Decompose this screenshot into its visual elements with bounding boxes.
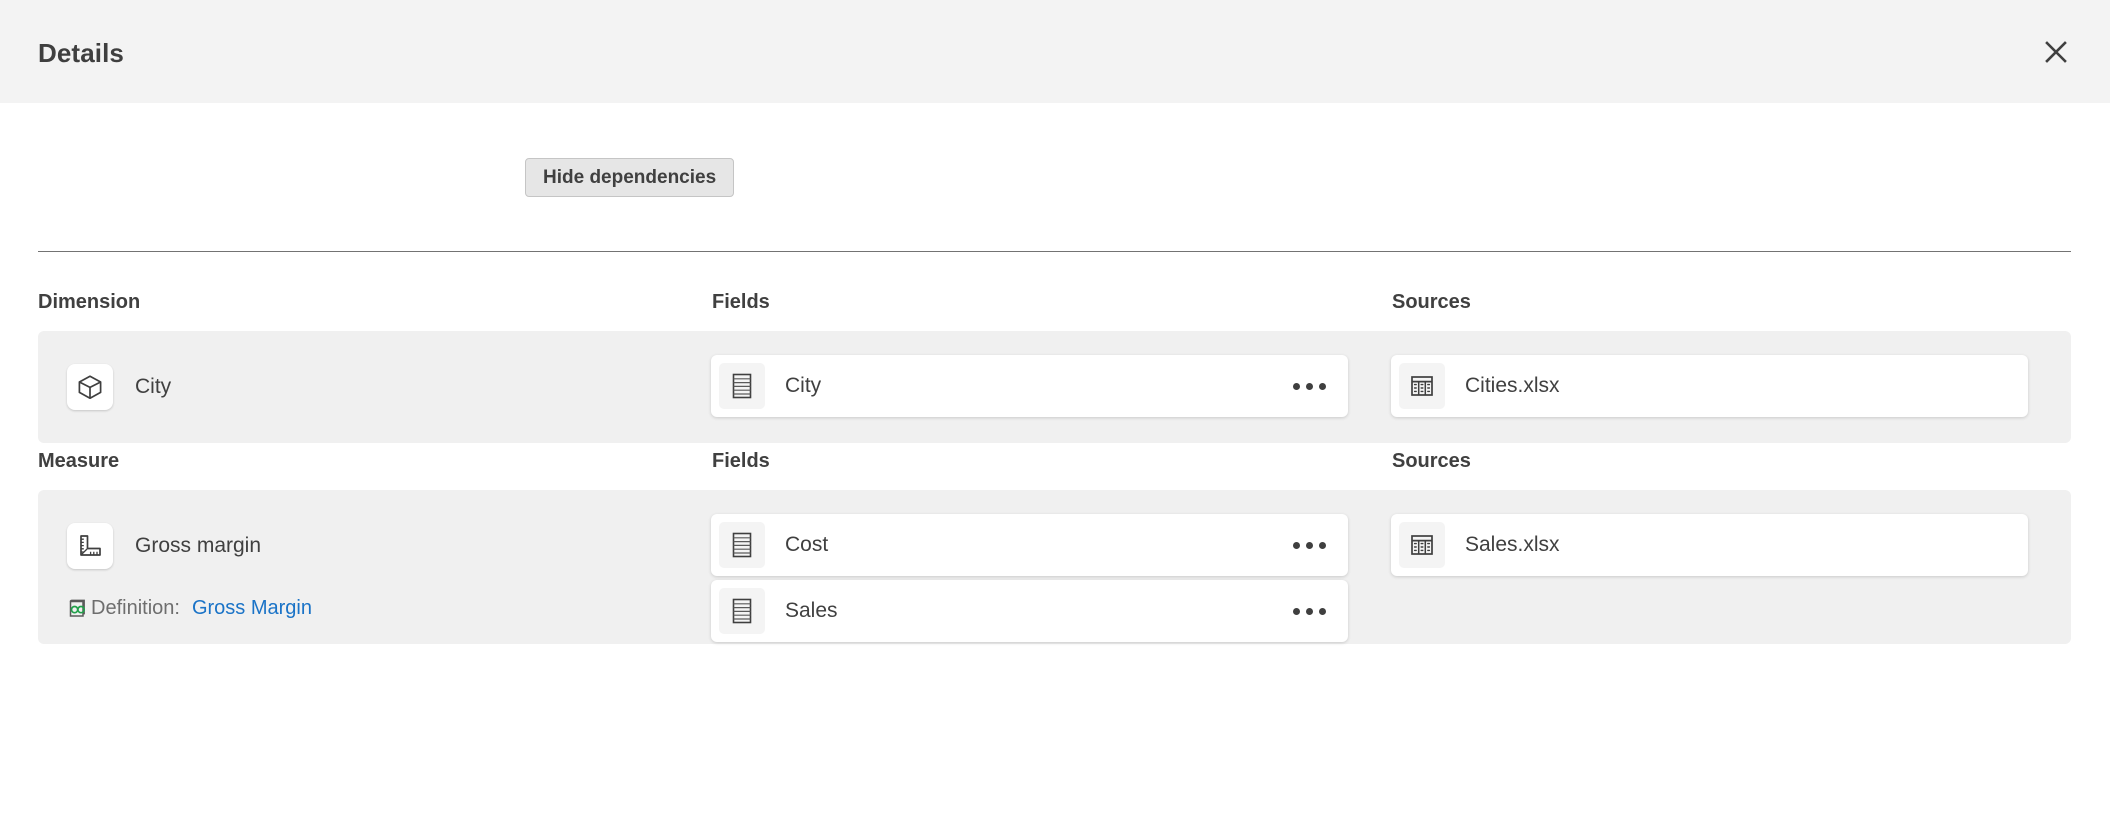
ellipsis-icon[interactable]: [1293, 383, 1326, 390]
dependencies-toolbar: Hide dependencies: [0, 158, 2110, 208]
source-card-label: Sales.xlsx: [1465, 533, 2028, 557]
source-card-sales-xlsx[interactable]: Sales.xlsx: [1391, 514, 2028, 576]
measure-definition: Definition: Gross Margin: [67, 597, 312, 620]
field-card-sales[interactable]: Sales: [711, 580, 1348, 642]
field-card-city[interactable]: City: [711, 355, 1348, 417]
dimension-section: Dimension Fields Sources City: [0, 273, 2110, 331]
field-icon: [719, 522, 765, 568]
close-icon: [2043, 39, 2069, 65]
measure-sources-label: Sources: [1392, 450, 1471, 473]
cube-icon: [67, 364, 113, 410]
dimension-column-headers: Dimension Fields Sources: [0, 273, 2110, 331]
ruler-icon: [67, 523, 113, 569]
measure-entity-name: Gross margin: [135, 534, 261, 558]
field-card-label: City: [785, 374, 1293, 398]
hide-dependencies-button[interactable]: Hide dependencies: [525, 158, 734, 197]
table-icon: [1399, 522, 1445, 568]
source-card-label: Cities.xlsx: [1465, 374, 2028, 398]
dimension-fields-label: Fields: [712, 291, 770, 314]
header-divider: [38, 251, 2071, 252]
source-card-cities-xlsx[interactable]: Cities.xlsx: [1391, 355, 2028, 417]
details-dialog-header: Details: [0, 0, 2110, 103]
dimension-panel: City City: [38, 331, 2071, 443]
measure-section: Measure Fields Sources Gross margin: [0, 432, 2110, 490]
details-dialog-body: Hide dependencies Dimension Fields Sourc…: [0, 103, 2110, 816]
field-icon: [719, 588, 765, 634]
definition-label: Definition:: [91, 597, 180, 620]
dimension-sources-label: Sources: [1392, 291, 1471, 314]
table-icon: [1399, 363, 1445, 409]
definition-link[interactable]: Gross Margin: [192, 597, 312, 620]
field-card-cost[interactable]: Cost: [711, 514, 1348, 576]
measure-column-headers: Measure Fields Sources: [0, 432, 2110, 490]
ellipsis-icon[interactable]: [1293, 608, 1326, 615]
measure-entity[interactable]: Gross margin: [67, 523, 261, 569]
page-title: Details: [38, 38, 124, 69]
measure-panel: Gross margin Definition: Gross Margin: [38, 490, 2071, 644]
master-item-icon: [67, 598, 89, 620]
close-button[interactable]: [2032, 28, 2080, 76]
ellipsis-icon[interactable]: [1293, 542, 1326, 549]
measure-fields-label: Fields: [712, 450, 770, 473]
dimension-entity[interactable]: City: [67, 364, 171, 410]
field-card-label: Sales: [785, 599, 1293, 623]
measure-type-label: Measure: [38, 450, 119, 473]
dimension-type-label: Dimension: [38, 291, 140, 314]
dimension-entity-name: City: [135, 375, 171, 399]
field-icon: [719, 363, 765, 409]
field-card-label: Cost: [785, 533, 1293, 557]
